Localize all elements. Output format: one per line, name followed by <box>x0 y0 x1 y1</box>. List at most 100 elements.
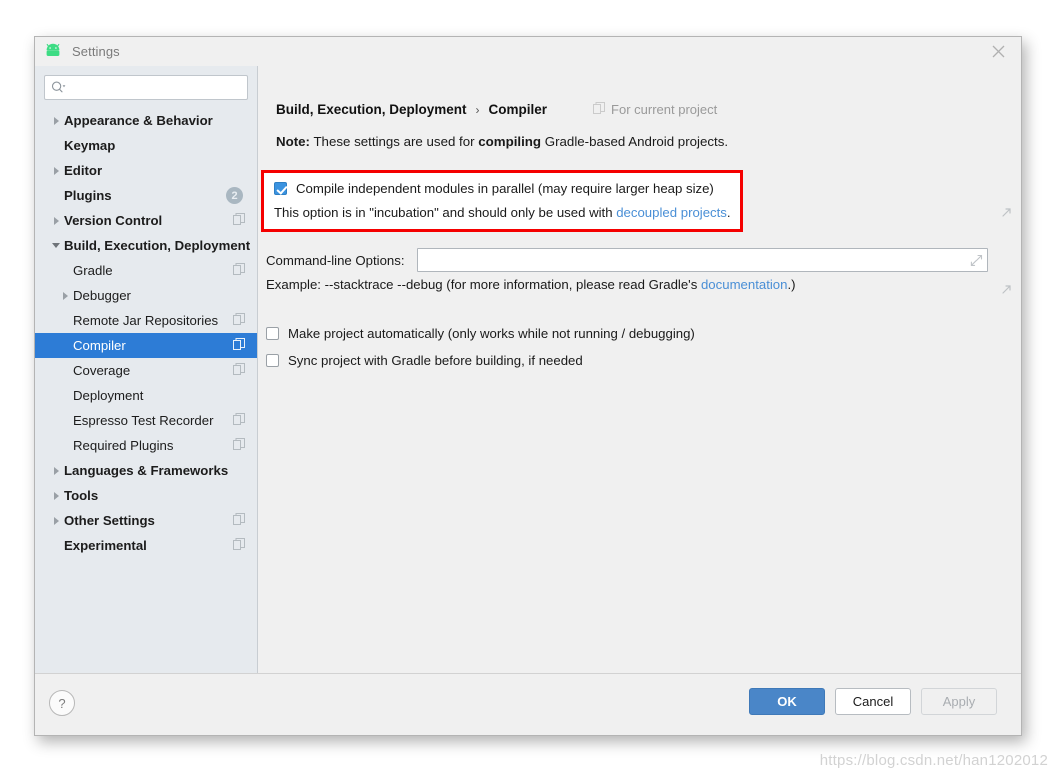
sync-project-with-gradle-row[interactable]: Sync project with Gradle before building… <box>266 353 583 368</box>
sidebar-item-label: Other Settings <box>64 513 155 528</box>
chevron-right-icon[interactable] <box>48 108 64 133</box>
cancel-button[interactable]: Cancel <box>835 688 911 715</box>
dialog-footer: ? OK Cancel Apply <box>35 673 1021 735</box>
dialog-titlebar: Settings <box>35 37 1021 66</box>
note-text-1: These settings are used for <box>309 134 479 149</box>
project-scope-icon <box>233 363 245 378</box>
sidebar-item-tools[interactable]: Tools <box>35 483 257 508</box>
dialog-button-group: OK Cancel Apply <box>749 688 997 715</box>
sidebar-item-label: Coverage <box>73 363 131 378</box>
ok-button[interactable]: OK <box>749 688 825 715</box>
search-box[interactable] <box>44 75 248 100</box>
apply-button: Apply <box>921 688 997 715</box>
chevron-right-icon[interactable] <box>48 458 64 483</box>
parallel-compile-label: Compile independent modules in parallel … <box>296 181 714 196</box>
example-text: Example: --stacktrace --debug (for more … <box>266 277 796 292</box>
note-text-2: Gradle-based Android projects. <box>541 134 729 149</box>
sidebar-item-plugins[interactable]: Plugins 2 <box>35 183 257 208</box>
project-scope-icon <box>233 213 245 228</box>
help-button[interactable]: ? <box>49 690 75 716</box>
chevron-down-icon[interactable] <box>48 233 64 258</box>
copy-scope-icon <box>593 102 606 117</box>
expand-field-icon[interactable] <box>970 254 983 272</box>
breadcrumb-parent[interactable]: Build, Execution, Deployment <box>276 102 467 117</box>
chevron-right-icon[interactable] <box>48 508 64 533</box>
settings-dialog: Settings Appearance & Behavior Keymap Ed… <box>34 36 1022 736</box>
sidebar-item-gradle[interactable]: Gradle <box>35 258 257 283</box>
sidebar-item-other-settings[interactable]: Other Settings <box>35 508 257 533</box>
sidebar-item-compiler[interactable]: Compiler <box>35 333 257 358</box>
screen-root: Settings Appearance & Behavior Keymap Ed… <box>0 0 1054 775</box>
android-icon <box>45 43 65 61</box>
dialog-title: Settings <box>72 44 120 59</box>
sidebar-item-espresso-test-recorder[interactable]: Espresso Test Recorder <box>35 408 257 433</box>
search-icon <box>51 81 69 95</box>
chevron-right-icon[interactable] <box>57 283 73 308</box>
sidebar-item-coverage[interactable]: Coverage <box>35 358 257 383</box>
sidebar-item-label: Version Control <box>64 213 163 228</box>
sidebar-item-label: Experimental <box>64 538 147 553</box>
sidebar-item-keymap[interactable]: Keymap <box>35 133 257 158</box>
make-project-automatically-label: Make project automatically (only works w… <box>288 326 695 341</box>
sidebar-item-label: Keymap <box>64 138 116 153</box>
sidebar-item-remote-jar-repositories[interactable]: Remote Jar Repositories <box>35 308 257 333</box>
search-input[interactable] <box>69 80 231 95</box>
make-project-automatically-checkbox[interactable] <box>266 327 279 340</box>
documentation-link[interactable]: documentation <box>701 277 788 292</box>
for-current-project-text: For current project <box>611 102 718 117</box>
sidebar-item-label: Required Plugins <box>73 438 174 453</box>
make-project-automatically-row[interactable]: Make project automatically (only works w… <box>266 326 695 341</box>
project-scope-icon <box>233 513 245 528</box>
sync-project-with-gradle-label: Sync project with Gradle before building… <box>288 353 583 368</box>
expand-arrow-icon-1[interactable] <box>1001 205 1012 223</box>
close-icon[interactable] <box>975 37 1021 66</box>
command-line-row: Command-line Options: <box>266 248 988 272</box>
note-prefix: Note: <box>276 134 310 149</box>
project-scope-icon <box>233 438 245 453</box>
note-bold-word: compiling <box>478 134 542 149</box>
chevron-right-icon[interactable] <box>48 208 64 233</box>
note-text: Note: These settings are used for compil… <box>276 134 728 149</box>
sidebar-item-build-execution-deployment[interactable]: Build, Execution, Deployment <box>35 233 257 258</box>
project-scope-icon <box>233 263 245 278</box>
sidebar-item-editor[interactable]: Editor <box>35 158 257 183</box>
sidebar-item-required-plugins[interactable]: Required Plugins <box>35 433 257 458</box>
sidebar-item-label: Build, Execution, Deployment <box>64 238 251 253</box>
sidebar-item-deployment[interactable]: Deployment <box>35 383 257 408</box>
sidebar-item-debugger[interactable]: Debugger <box>35 283 257 308</box>
sidebar-item-version-control[interactable]: Version Control <box>35 208 257 233</box>
chevron-right-icon[interactable] <box>48 483 64 508</box>
sidebar-item-languages-frameworks[interactable]: Languages & Frameworks <box>35 458 257 483</box>
decoupled-projects-link[interactable]: decoupled projects <box>616 205 727 220</box>
search-wrapper <box>35 66 257 106</box>
parallel-compile-description: This option is in "incubation" and shoul… <box>274 205 731 220</box>
parallel-compile-row[interactable]: Compile independent modules in parallel … <box>274 181 714 196</box>
sidebar-item-appearance-behavior[interactable]: Appearance & Behavior <box>35 108 257 133</box>
breadcrumb-current: Compiler <box>488 102 548 117</box>
highlight-box: Compile independent modules in parallel … <box>261 170 743 232</box>
command-line-input[interactable] <box>417 249 987 271</box>
expand-arrow-icon-2[interactable] <box>1001 282 1012 300</box>
sync-project-with-gradle-checkbox[interactable] <box>266 354 279 367</box>
sidebar-item-label: Compiler <box>73 338 126 353</box>
sidebar-item-experimental[interactable]: Experimental <box>35 533 257 558</box>
sidebar-item-label: Debugger <box>73 288 131 303</box>
command-line-label: Command-line Options: <box>266 252 405 268</box>
sidebar-item-label: Plugins <box>64 188 112 203</box>
sidebar-item-label: Remote Jar Repositories <box>73 313 219 328</box>
sidebar-item-label: Gradle <box>73 263 113 278</box>
parallel-compile-checkbox[interactable] <box>274 182 287 195</box>
example-text-1: Example: --stacktrace --debug (for more … <box>266 277 701 292</box>
command-line-field[interactable] <box>416 248 988 272</box>
project-scope-icon <box>233 413 245 428</box>
chevron-right-icon[interactable] <box>48 158 64 183</box>
